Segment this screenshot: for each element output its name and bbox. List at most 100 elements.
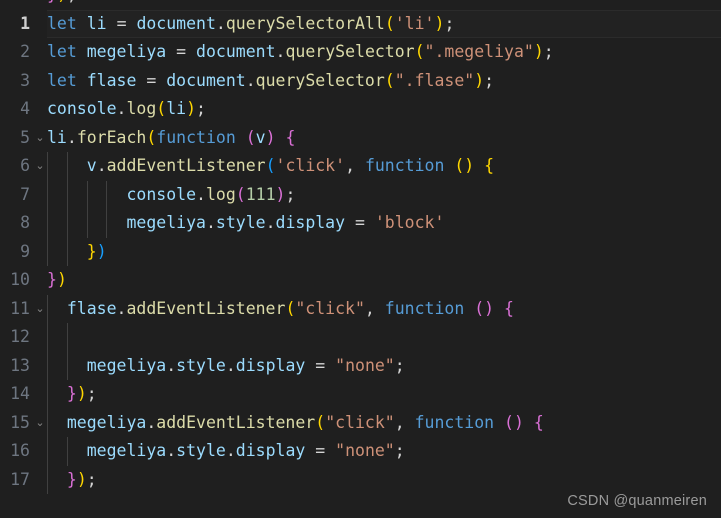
token-var: style (215, 213, 266, 232)
token-op: . (116, 99, 127, 118)
code-line[interactable]: 12⌄ (0, 323, 721, 352)
code-line[interactable]: 11 ⌄ flase.addEventListener("click", func… (0, 294, 721, 324)
token-kw: let (47, 42, 77, 61)
token-op: ; (484, 70, 495, 90)
token-var: li (47, 127, 67, 147)
token-b2: ( (504, 412, 514, 432)
chevron-down-icon[interactable]: ⌄ (33, 124, 47, 153)
token-kw: let (47, 13, 77, 33)
token-op: ; (394, 441, 405, 460)
token-str: "click" (295, 298, 365, 318)
token-var: megeliya (86, 355, 167, 375)
chevron-down-icon[interactable]: ⌄ (33, 152, 47, 181)
line-number: 13 (10, 355, 30, 375)
code-line[interactable]: 2⌄let megeliya = document.querySelector(… (0, 38, 721, 67)
code-line[interactable]: 9⌄ }) (0, 237, 721, 266)
token-fn: querySelector (285, 42, 415, 61)
token-op: = (176, 42, 187, 61)
token-op: . (166, 441, 177, 460)
line-number: 17 (10, 469, 30, 489)
token-b1: ( (285, 298, 296, 318)
line-number: 7 (20, 184, 30, 204)
code-line[interactable]: 13⌄ megeliya.style.display = "none"; (0, 351, 721, 380)
code-line-text: }); (47, 0, 77, 10)
code-line[interactable]: 4⌄console.log(li); (0, 95, 721, 124)
token-op: . (215, 13, 226, 33)
code-line[interactable]: 6 ⌄ v.addEventListener('click', function … (0, 152, 721, 181)
code-line[interactable]: 10⌄}) (0, 266, 721, 295)
line-number: 11 (10, 298, 30, 318)
code-line[interactable]: 7⌄ console.log(111); (0, 180, 721, 210)
code-line[interactable]: 8⌄ megeliya.style.display = 'block' (0, 209, 721, 238)
token-b2: { (285, 127, 296, 147)
token-var: li (166, 99, 187, 118)
token-kw: let (47, 70, 77, 90)
line-number: 15 (10, 412, 30, 432)
token-b2: ) (275, 184, 286, 204)
code-line[interactable]: 3⌄let flase = document.querySelector(".f… (0, 67, 721, 96)
token-b2: } (66, 469, 77, 489)
token-kw: function (156, 127, 236, 147)
token-var: style (176, 441, 226, 460)
token-op: , (394, 412, 405, 432)
code-line-text: v.addEventListener('click', function () … (47, 152, 494, 181)
code-line-text: let li = document.querySelectorAll('li')… (47, 10, 454, 39)
code-line[interactable]: 14⌄ }); (0, 380, 721, 409)
code-line-text: console.log(111); (47, 181, 295, 210)
chevron-down-icon[interactable]: ⌄ (33, 409, 47, 438)
line-number: 14 (10, 384, 30, 403)
code-lines-container[interactable]: });1⌄let li = document.querySelectorAll(… (0, 0, 721, 494)
token-var: style (176, 355, 226, 375)
code-line-text: megeliya.style.display = 'block' (47, 209, 444, 238)
code-editor[interactable]: });1⌄let li = document.querySelectorAll(… (0, 0, 721, 518)
token-op: . (225, 355, 236, 375)
token-b1: ) (434, 13, 445, 33)
token-op: ; (196, 99, 206, 118)
token-op: . (116, 298, 127, 318)
token-op: = (146, 70, 157, 90)
code-line[interactable]: 1⌄let li = document.querySelectorAll('li… (0, 9, 721, 39)
token-b1: ) (474, 70, 485, 90)
token-kw: function (384, 298, 465, 318)
line-number: 10 (10, 270, 30, 289)
token-b2: } (47, 270, 57, 289)
chevron-down-icon[interactable]: ⌄ (33, 295, 47, 324)
code-line[interactable]: 15 ⌄ megeliya.addEventListener("click", f… (0, 408, 721, 438)
code-line[interactable]: 17⌄ }); (0, 465, 721, 494)
token-var: v (255, 127, 266, 147)
token-fn: log (126, 99, 157, 118)
code-line-clipped: }); (0, 0, 721, 10)
token-str: 'li' (394, 13, 435, 33)
line-number: 6 (20, 156, 30, 175)
token-b1: } (86, 241, 97, 261)
token-var: document (196, 42, 276, 61)
line-number: 9 (20, 241, 30, 261)
code-line[interactable]: 5 ⌄ li.forEach(function (v) { (0, 124, 721, 153)
token-var: flase (86, 70, 137, 90)
token-op: . (146, 412, 157, 432)
code-line-text: li.forEach(function (v) { (47, 124, 295, 153)
token-op: . (245, 70, 256, 90)
token-str: 'block' (374, 213, 445, 232)
token-var: display (235, 441, 306, 460)
token-str: 'click' (275, 156, 346, 175)
token-str: "none" (335, 441, 395, 460)
code-line[interactable]: 16⌄ megeliya.style.display = "none"; (0, 437, 721, 466)
token-op: ; (543, 42, 554, 61)
